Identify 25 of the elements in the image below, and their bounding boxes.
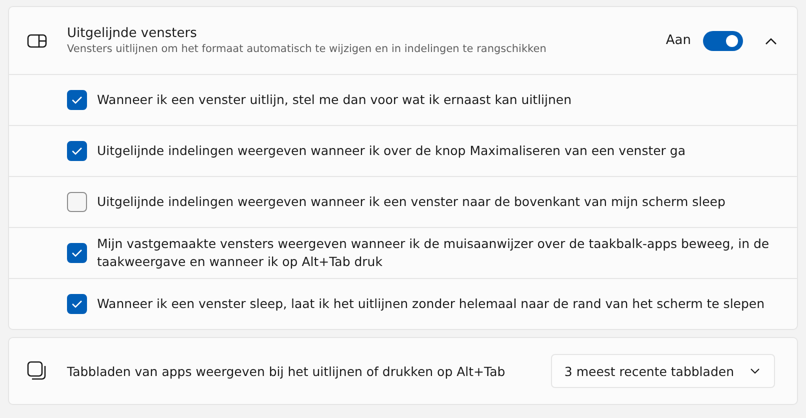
checkbox[interactable]	[67, 90, 87, 110]
checkbox[interactable]	[67, 294, 87, 314]
option-label: Wanneer ik een venster uitlijn, stel me dan voor wat ik ernaast kan uitlijnen	[97, 91, 572, 109]
checkmark-icon	[71, 95, 83, 105]
chevron-icon[interactable]	[765, 36, 777, 44]
chevron-down-icon	[750, 368, 760, 374]
section-title: Uitgelijnde vensters	[67, 26, 198, 41]
checkmark-icon	[71, 146, 83, 156]
option-label: Uitgelijnde indelingen weergeven wanneer ik een venster naar de bovenkant van mijn scherm sleep	[97, 193, 726, 211]
checkmark-icon	[71, 248, 83, 258]
setting-label: Tabbladen van apps weergeven bij het uitlijnen of drukken op Alt+Tab	[67, 364, 506, 378]
checkbox[interactable]	[67, 141, 87, 161]
checkmark-icon	[71, 299, 83, 309]
stacked-windows-icon	[27, 361, 47, 381]
checkbox[interactable]	[67, 243, 87, 263]
section-description: Vensters uitlijnen om het formaat automatisch te wijzigen en in indelingen te rangschikken	[67, 43, 548, 55]
option-label: Wanneer ik een venster sleep, laat ik het uitlijnen zonder helemaal naar de rand van het scherm te slepen	[97, 295, 765, 313]
option-label: Mijn vastgemaakte vensters weergeven wanneer ik de muisaanwijzer over de taakbalk-apps beweeg, in de taakweergave en wanneer ik op Alt+Tab druk	[97, 235, 770, 271]
section-header[interactable]: Uitgelijnde vensters Vensters uitlijnen om het formaat automatisch te wijzigen en in indelingen te rangschikken Aan	[9, 7, 797, 75]
toggle-label: Aan	[666, 33, 691, 48]
window-layout-icon	[27, 34, 47, 48]
toggle-switch[interactable]	[703, 30, 743, 50]
option-label: Uitgelijnde indelingen weergeven wanneer ik over de knop Maximaliseren van een venster ga	[97, 142, 686, 160]
tabs-dropdown[interactable]: 3 meest recente tabbladen	[551, 354, 775, 388]
checkbox[interactable]	[67, 192, 87, 212]
